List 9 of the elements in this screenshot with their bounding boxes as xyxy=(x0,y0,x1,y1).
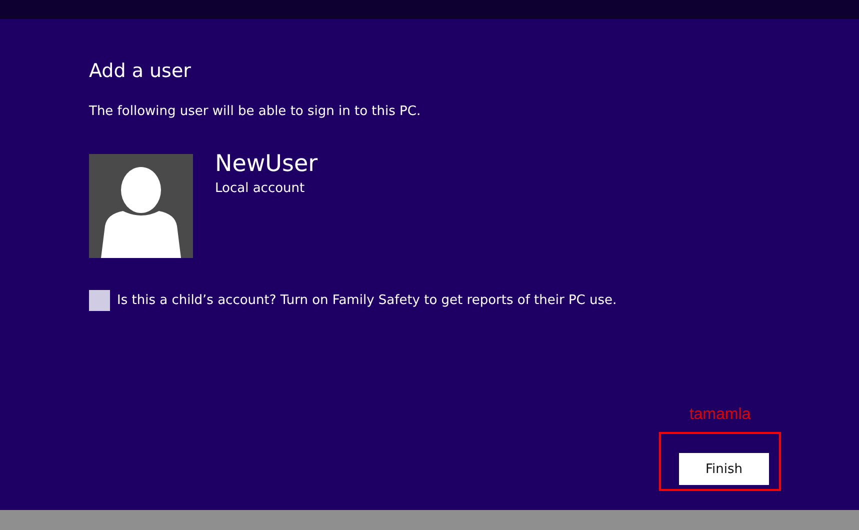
page-description: The following user will be able to sign in to this PC. xyxy=(89,104,421,120)
child-account-label: Is this a child’s account? Turn on Family Safety to get reports of their PC use. xyxy=(117,293,617,308)
annotation-label: tamamla xyxy=(689,406,751,424)
page-title: Add a user xyxy=(89,59,191,83)
user-avatar-icon xyxy=(89,154,193,258)
child-account-checkbox[interactable] xyxy=(89,290,110,311)
user-name: NewUser xyxy=(215,150,318,178)
account-type: Local account xyxy=(215,181,305,197)
finish-button[interactable]: Finish xyxy=(679,453,769,485)
